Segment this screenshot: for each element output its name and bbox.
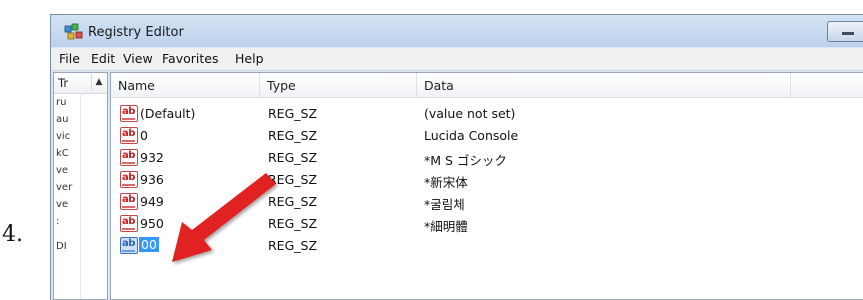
registry-value-row[interactable]: 0 REG_SZ Lucida Console <box>111 125 863 147</box>
value-type: REG_SZ <box>268 106 318 121</box>
registry-editor-icon <box>64 23 83 40</box>
tree-node[interactable]: ve <box>56 199 78 210</box>
value-name: (Default) <box>140 106 196 121</box>
menu-bar: File Edit View Favorites Help <box>51 48 863 71</box>
tree-node[interactable]: : <box>56 216 78 227</box>
tree-node[interactable]: ve <box>56 165 78 176</box>
tree-header: Tr ▲ <box>54 73 107 94</box>
value-name: 0 <box>140 128 148 143</box>
red-arrow-icon <box>172 173 276 262</box>
menu-favorites[interactable]: Favorites <box>162 51 218 66</box>
registry-value-row[interactable]: (Default) REG_SZ (value not set) <box>111 103 863 125</box>
value-name: 950 <box>140 216 164 231</box>
value-data: *M S ゴシック <box>424 153 507 168</box>
window-title: Registry Editor <box>88 25 184 40</box>
value-data: Lucida Console <box>424 128 519 143</box>
menu-edit[interactable]: Edit <box>91 51 115 66</box>
tree-node[interactable]: ru <box>56 97 78 108</box>
value-name: 949 <box>140 194 164 209</box>
tree-node[interactable]: ver <box>56 182 78 193</box>
column-header-data[interactable]: Data <box>417 73 791 98</box>
string-value-icon <box>120 193 138 210</box>
menu-help[interactable]: Help <box>235 51 264 66</box>
column-label: Data <box>424 78 454 93</box>
string-value-icon <box>120 105 138 122</box>
tree-node[interactable]: vic <box>56 131 78 142</box>
value-type: REG_SZ <box>268 150 318 165</box>
value-data: (value not set) <box>424 106 516 121</box>
minimize-button[interactable] <box>827 21 863 42</box>
key-tree-pane[interactable]: Tr ▲ ru au vic kC ve ver ve : DI <box>53 72 108 300</box>
value-name: 936 <box>140 172 164 187</box>
value-name: 932 <box>140 150 164 165</box>
tree-node[interactable]: kC <box>56 148 78 159</box>
string-value-icon <box>120 127 138 144</box>
string-value-icon <box>120 149 138 166</box>
step-number: 4. <box>2 222 23 247</box>
value-data: *細明體 <box>424 219 468 234</box>
value-type: REG_SZ <box>268 128 318 143</box>
title-bar[interactable]: Registry Editor <box>51 15 863 47</box>
column-label: Type <box>267 78 296 93</box>
column-header-type[interactable]: Type <box>260 73 417 98</box>
value-name-edit-field[interactable]: 00 <box>139 237 159 252</box>
tree-divider <box>80 93 81 299</box>
tree-node[interactable]: DI <box>56 241 78 252</box>
menu-file[interactable]: File <box>59 51 80 66</box>
scroll-up-arrow-icon[interactable]: ▲ <box>91 74 106 91</box>
string-value-icon <box>120 215 138 232</box>
column-header-filler <box>791 73 863 98</box>
registry-value-row[interactable]: 932 REG_SZ *M S ゴシック <box>111 147 863 169</box>
string-value-icon <box>120 237 138 254</box>
column-label: Name <box>118 78 155 93</box>
value-data: *굴림체 <box>424 197 465 212</box>
string-value-icon <box>120 171 138 188</box>
column-header-name[interactable]: Name <box>111 73 260 98</box>
tree-node[interactable]: au <box>56 114 78 125</box>
tree-header-label: Tr <box>58 76 69 90</box>
menu-view[interactable]: View <box>123 51 153 66</box>
value-data: *新宋体 <box>424 175 468 190</box>
